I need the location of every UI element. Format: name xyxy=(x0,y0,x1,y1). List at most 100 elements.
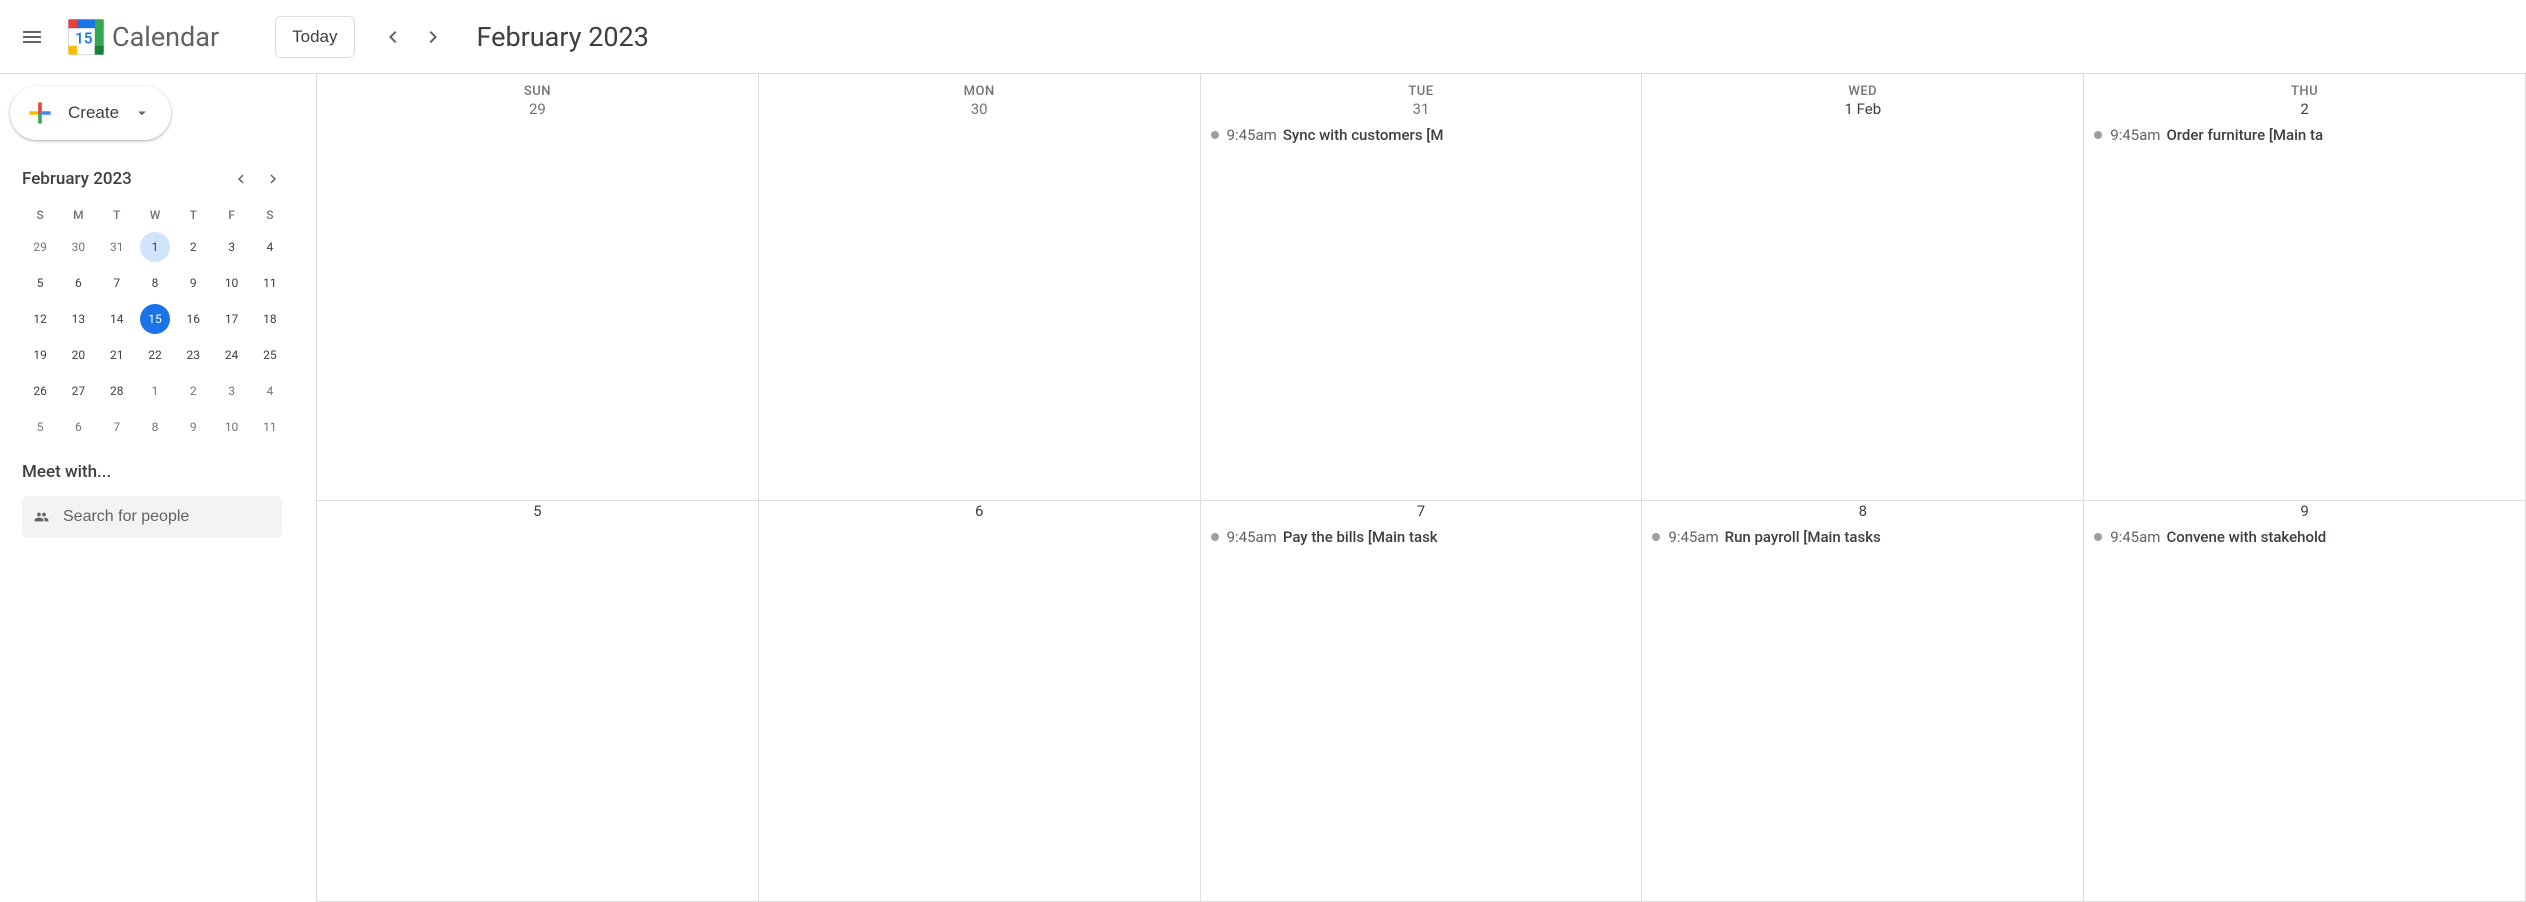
create-button[interactable]: Create xyxy=(10,86,171,140)
mini-day[interactable]: 10 xyxy=(217,412,247,442)
event[interactable]: 9:45amConvene with stakehold xyxy=(2084,526,2525,548)
mini-day[interactable]: 1 xyxy=(140,232,170,262)
mini-day[interactable]: 17 xyxy=(217,304,247,334)
event-dot-icon xyxy=(1211,533,1219,541)
mini-day[interactable]: 6 xyxy=(63,412,93,442)
day-number: 30 xyxy=(759,99,1200,124)
mini-day[interactable]: 5 xyxy=(25,412,55,442)
day-cell[interactable]: 8 9:45am Run payroll [Main tasks xyxy=(1642,501,2084,902)
mini-day[interactable]: 14 xyxy=(102,304,132,334)
day-cell[interactable]: 79:45amPay the bills [Main task xyxy=(1201,501,1643,902)
mini-day[interactable]: 25 xyxy=(255,340,285,370)
dropdown-arrow-icon xyxy=(133,104,151,122)
main-menu-button[interactable] xyxy=(8,13,56,61)
today-button[interactable]: Today xyxy=(275,16,354,58)
mini-day[interactable]: 29 xyxy=(25,232,55,262)
weekday-header: THU xyxy=(2084,74,2526,99)
day-cell[interactable]: 319:45amSync with customers [M xyxy=(1201,99,1643,500)
mini-day[interactable]: 11 xyxy=(255,268,285,298)
mini-day[interactable]: 1 xyxy=(140,376,170,406)
people-search[interactable] xyxy=(22,496,282,538)
day-number: 31 xyxy=(1201,99,1642,124)
event-time: 9:45am xyxy=(1668,528,1718,546)
event-title: Pay the bills [Main task xyxy=(1283,528,1438,546)
weekday-header: TUE xyxy=(1201,74,1643,99)
event-title: Convene with stakehold xyxy=(2166,528,2326,546)
day-cell[interactable]: 30 xyxy=(759,99,1201,500)
mini-day[interactable]: 6 xyxy=(63,268,93,298)
mini-day[interactable]: 8 xyxy=(140,268,170,298)
mini-day[interactable]: 9 xyxy=(178,268,208,298)
mini-calendar: February 2023 SMTWTFS2930311234567891011… xyxy=(8,164,296,444)
mini-day[interactable]: 28 xyxy=(102,376,132,406)
event-title: Order furniture [Main ta xyxy=(2166,126,2323,144)
event-time: 9:45am xyxy=(2110,126,2160,144)
mini-day[interactable]: 24 xyxy=(217,340,247,370)
next-period-button[interactable] xyxy=(413,17,453,57)
mini-day[interactable]: 8 xyxy=(140,412,170,442)
people-search-input[interactable] xyxy=(63,508,270,526)
mini-day[interactable]: 15 xyxy=(140,304,170,334)
mini-day[interactable]: 13 xyxy=(63,304,93,334)
day-cell[interactable]: 2 9:45am Order furniture [Main ta xyxy=(2084,99,2526,500)
mini-dayhead: M xyxy=(60,202,96,228)
day-number: 6 xyxy=(759,501,1200,526)
mini-day[interactable]: 11 xyxy=(255,412,285,442)
mini-day[interactable]: 30 xyxy=(63,232,93,262)
mini-day[interactable]: 2 xyxy=(178,232,208,262)
event[interactable]: 9:45am Order furniture [Main ta xyxy=(2084,124,2525,146)
day-number: 2 xyxy=(2084,99,2525,124)
mini-dayhead: T xyxy=(175,202,211,228)
meet-with-section: Meet with... xyxy=(8,444,296,538)
mini-day[interactable]: 31 xyxy=(102,232,132,262)
day-cell[interactable]: 29 xyxy=(317,99,759,500)
mini-day[interactable]: 2 xyxy=(178,376,208,406)
day-cell[interactable]: 5 xyxy=(317,501,759,902)
mini-day[interactable]: 27 xyxy=(63,376,93,406)
meet-with-title: Meet with... xyxy=(22,462,282,482)
mini-day[interactable]: 20 xyxy=(63,340,93,370)
event-time: 9:45am xyxy=(1227,126,1277,144)
mini-day[interactable]: 4 xyxy=(255,376,285,406)
mini-day[interactable]: 9 xyxy=(178,412,208,442)
mini-day[interactable]: 3 xyxy=(217,376,247,406)
chevron-right-icon xyxy=(264,170,282,188)
prev-period-button[interactable] xyxy=(373,17,413,57)
mini-day[interactable]: 19 xyxy=(25,340,55,370)
event-dot-icon xyxy=(1211,131,1219,139)
plus-icon xyxy=(24,97,56,129)
weekday-header: SUN xyxy=(317,74,759,99)
current-period: February 2023 xyxy=(477,21,649,53)
mini-day[interactable]: 18 xyxy=(255,304,285,334)
day-cell[interactable]: 6 xyxy=(759,501,1201,902)
event[interactable]: 9:45amSync with customers [M xyxy=(1201,124,1642,146)
day-number: 8 xyxy=(1642,501,2083,526)
event[interactable]: 9:45am Run payroll [Main tasks xyxy=(1642,526,2083,548)
mini-day[interactable]: 5 xyxy=(25,268,55,298)
mini-next-button[interactable] xyxy=(258,164,288,194)
mini-day[interactable]: 12 xyxy=(25,304,55,334)
day-number: 9 xyxy=(2084,501,2525,526)
mini-day[interactable]: 3 xyxy=(217,232,247,262)
mini-day[interactable]: 10 xyxy=(217,268,247,298)
day-number: 5 xyxy=(317,501,758,526)
mini-day[interactable]: 4 xyxy=(255,232,285,262)
event-title: Run payroll [Main tasks xyxy=(1725,528,1881,546)
day-cell[interactable]: 99:45amConvene with stakehold xyxy=(2084,501,2526,902)
mini-day[interactable]: 22 xyxy=(140,340,170,370)
mini-dayhead: S xyxy=(252,202,288,228)
event-time: 9:45am xyxy=(1227,528,1277,546)
calendar-logo-icon: 15 xyxy=(64,15,108,59)
day-cell[interactable]: 1 Feb xyxy=(1642,99,2084,500)
event[interactable]: 9:45am Pay the bills [Main task xyxy=(1201,526,1642,548)
mini-day[interactable]: 26 xyxy=(25,376,55,406)
mini-day[interactable]: 7 xyxy=(102,268,132,298)
mini-cal-title: February 2023 xyxy=(22,169,132,189)
mini-prev-button[interactable] xyxy=(226,164,256,194)
sidebar: Create February 2023 SMTWTFS293031123456… xyxy=(0,74,316,902)
mini-day[interactable]: 7 xyxy=(102,412,132,442)
app-title: Calendar xyxy=(112,21,219,53)
mini-day[interactable]: 23 xyxy=(178,340,208,370)
mini-day[interactable]: 21 xyxy=(102,340,132,370)
mini-day[interactable]: 16 xyxy=(178,304,208,334)
